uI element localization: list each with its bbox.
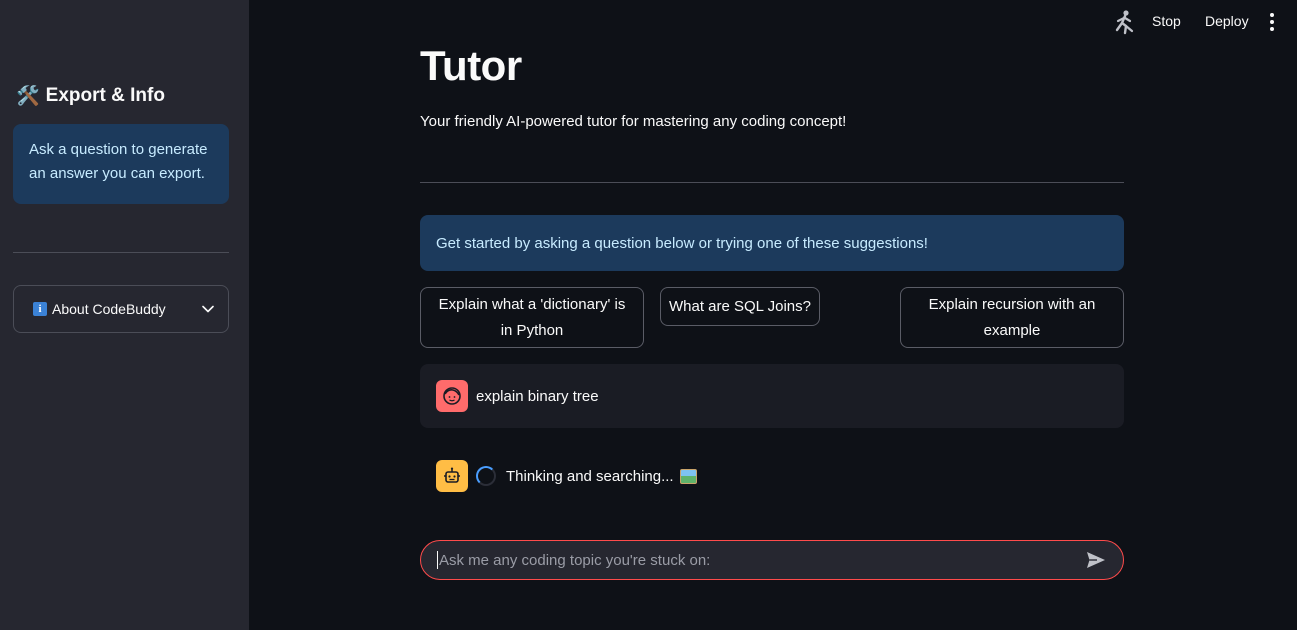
deploy-button[interactable]: Deploy [1205, 13, 1249, 29]
sidebar-title: Export & Info [45, 84, 165, 106]
text-caret [437, 551, 438, 569]
chat-input[interactable] [439, 551, 1085, 569]
chevron-down-icon [202, 303, 214, 315]
page-subtitle: Your friendly AI-powered tutor for maste… [420, 113, 847, 130]
main-menu-icon[interactable] [1268, 13, 1276, 31]
sidebar-header: 🛠️ Export & Info [16, 84, 165, 108]
page-title: Tutor [420, 42, 522, 89]
about-expander[interactable]: i About CodeBuddy [13, 285, 229, 333]
bot-avatar-icon [436, 460, 468, 492]
assistant-message-text: Thinking and searching... [506, 467, 674, 485]
suggestions-banner: Get started by asking a question below o… [420, 215, 1124, 271]
user-message-text: explain binary tree [476, 387, 599, 405]
user-avatar-icon [436, 380, 468, 412]
framed-picture-icon [679, 468, 697, 484]
export-info-box: Ask a question to generate an answer you… [13, 124, 229, 204]
suggestion-button-recursion[interactable]: Explain recursion with an example [900, 287, 1124, 348]
tools-icon: 🛠️ [16, 85, 40, 107]
assistant-message: Thinking and searching... [420, 444, 1124, 508]
send-icon[interactable] [1085, 549, 1107, 571]
loading-spinner-icon [476, 466, 496, 486]
sidebar-divider [13, 252, 229, 253]
sidebar: 🛠️ Export & Info Ask a question to gener… [0, 0, 249, 630]
stop-button[interactable]: Stop [1152, 13, 1181, 29]
chat-input-container[interactable] [420, 540, 1124, 580]
running-man-icon [1112, 9, 1136, 35]
main-divider [420, 182, 1124, 183]
suggestion-button-dictionary[interactable]: Explain what a 'dictionary' is in Python [420, 287, 644, 348]
user-message: explain binary tree [420, 364, 1124, 428]
info-icon: i [33, 302, 47, 316]
suggestion-button-sql-joins[interactable]: What are SQL Joins? [660, 287, 820, 326]
about-expander-label: About CodeBuddy [52, 301, 166, 317]
